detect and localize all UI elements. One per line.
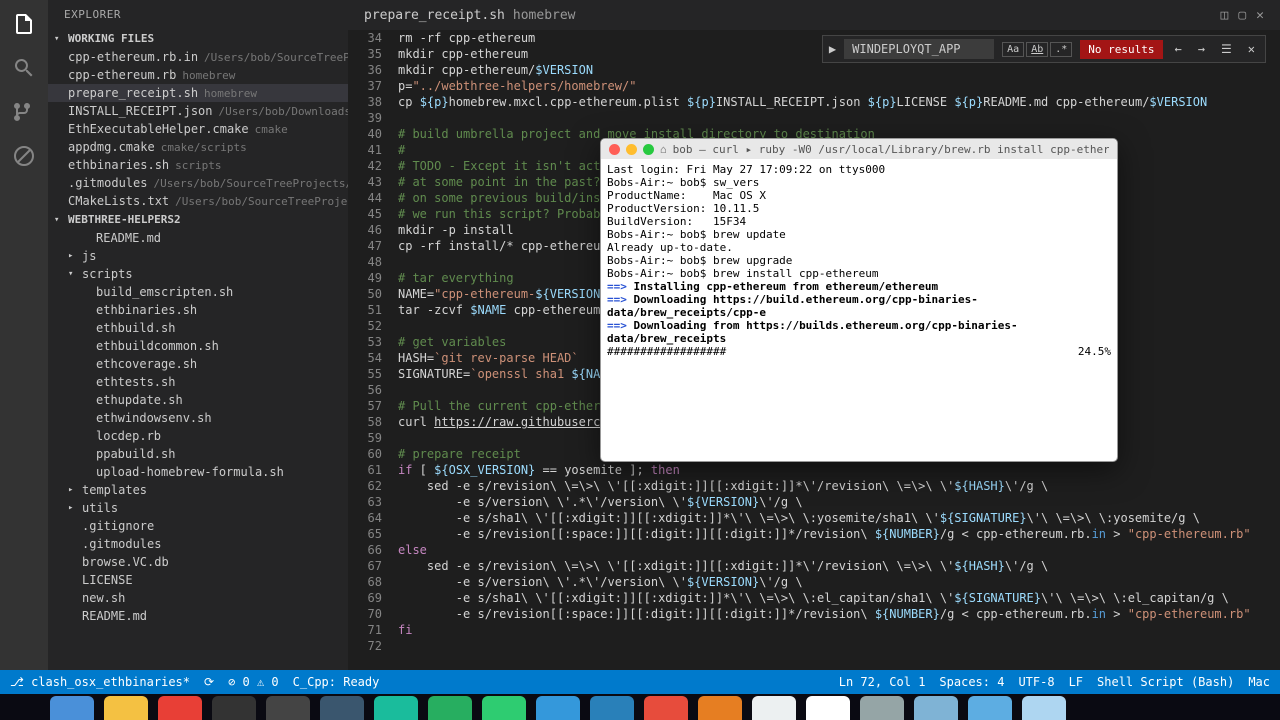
explorer-sidebar: EXPLORER ▾WORKING FILES cpp-ethereum.rb.… — [48, 0, 348, 670]
tree-item[interactable]: README.md — [48, 607, 348, 625]
tree-item[interactable]: README.md — [48, 229, 348, 247]
tree-item[interactable]: ethbinaries.sh — [48, 301, 348, 319]
tree-item[interactable]: ethupdate.sh — [48, 391, 348, 409]
debug-icon[interactable] — [12, 144, 36, 168]
file-tree: README.md▸js▾scriptsbuild_emscripten.she… — [48, 229, 348, 625]
tree-item[interactable]: LICENSE — [48, 571, 348, 589]
status-bar: ⎇ clash_osx_ethbinaries* ⟳ ⊘ 0 ⚠ 0 C_Cpp… — [0, 670, 1280, 694]
working-file-item[interactable]: INSTALL_RECEIPT.json/Users/bob/Downloads… — [48, 102, 348, 120]
search-input[interactable] — [844, 39, 994, 59]
working-file-item[interactable]: prepare_receipt.shhomebrew — [48, 84, 348, 102]
tree-item[interactable]: ethwindowsenv.sh — [48, 409, 348, 427]
find-play-icon[interactable]: ▶ — [829, 42, 836, 56]
close-dot-icon[interactable] — [609, 144, 620, 155]
dock-app-icon[interactable] — [644, 696, 688, 720]
dock-app-icon[interactable] — [914, 696, 958, 720]
tab-filename[interactable]: prepare_receipt.sh — [364, 8, 505, 23]
tree-item[interactable]: build_emscripten.sh — [48, 283, 348, 301]
encoding-status[interactable]: UTF-8 — [1018, 675, 1054, 689]
tab-path: homebrew — [513, 8, 576, 23]
dock-app-icon[interactable] — [482, 696, 526, 720]
tree-item[interactable]: ethcoverage.sh — [48, 355, 348, 373]
dock-app-icon[interactable] — [158, 696, 202, 720]
terminal-titlebar[interactable]: ⌂ bob — curl ▸ ruby -W0 /usr/local/Libra… — [601, 139, 1117, 159]
split-editor-icon[interactable]: ◫ — [1221, 8, 1229, 23]
working-file-item[interactable]: .gitmodules/Users/bob/SourceTreeProjects… — [48, 174, 348, 192]
tree-item[interactable]: upload-homebrew-formula.sh — [48, 463, 348, 481]
eol-status[interactable]: LF — [1069, 675, 1083, 689]
dock-app-icon[interactable] — [212, 696, 256, 720]
dock-app-icon[interactable] — [860, 696, 904, 720]
regex-icon[interactable]: .* — [1050, 42, 1072, 57]
prev-match-icon[interactable]: ← — [1171, 42, 1186, 56]
working-file-item[interactable]: appdmg.cmakecmake/scripts — [48, 138, 348, 156]
close-icon[interactable]: ✕ — [1256, 8, 1264, 23]
working-file-item[interactable]: ethbinaries.shscripts — [48, 156, 348, 174]
dock-app-icon[interactable] — [374, 696, 418, 720]
dock-app-icon[interactable] — [104, 696, 148, 720]
project-header[interactable]: ▾WEBTHREE-HELPERS2 — [48, 210, 348, 229]
tab-actions: ◫ ▢ ✕ — [1221, 8, 1264, 23]
match-case-icon[interactable]: Aa — [1002, 42, 1024, 57]
files-icon[interactable] — [12, 12, 36, 36]
search-icon[interactable] — [12, 56, 36, 80]
terminal-window[interactable]: ⌂ bob — curl ▸ ruby -W0 /usr/local/Libra… — [600, 138, 1118, 462]
cpp-status[interactable]: C_Cpp: Ready — [293, 675, 380, 689]
git-branch-status[interactable]: ⎇ clash_osx_ethbinaries* — [10, 675, 190, 689]
working-file-item[interactable]: CMakeLists.txt/Users/bob/SourceTreeProje… — [48, 192, 348, 210]
no-results-label: No results — [1080, 40, 1162, 59]
dock-app-icon[interactable] — [428, 696, 472, 720]
tree-item[interactable]: ▸utils — [48, 499, 348, 517]
sidebar-title: EXPLORER — [48, 0, 348, 29]
tree-item[interactable]: new.sh — [48, 589, 348, 607]
dock-app-icon[interactable] — [968, 696, 1012, 720]
working-files-header[interactable]: ▾WORKING FILES — [48, 29, 348, 48]
working-file-item[interactable]: cpp-ethereum.rb.in/Users/bob/SourceTreeP… — [48, 48, 348, 66]
minimize-dot-icon[interactable] — [626, 144, 637, 155]
terminal-title: bob — curl ▸ ruby -W0 /usr/local/Library… — [673, 143, 1109, 156]
language-status[interactable]: Shell Script (Bash) — [1097, 675, 1234, 689]
close-find-icon[interactable]: ✕ — [1244, 42, 1259, 56]
working-files-list: cpp-ethereum.rb.in/Users/bob/SourceTreeP… — [48, 48, 348, 210]
tree-item[interactable]: ▾scripts — [48, 265, 348, 283]
cursor-position[interactable]: Ln 72, Col 1 — [839, 675, 926, 689]
tree-item[interactable]: ▸templates — [48, 481, 348, 499]
tree-item[interactable]: ethbuildcommon.sh — [48, 337, 348, 355]
os-status[interactable]: Mac — [1248, 675, 1270, 689]
tree-item[interactable]: browse.VC.db — [48, 553, 348, 571]
find-widget[interactable]: ▶ Aa Ab .* No results ← → ☰ ✕ — [822, 35, 1266, 63]
dock-app-icon[interactable] — [1022, 696, 1066, 720]
whole-word-icon[interactable]: Ab — [1026, 42, 1048, 57]
working-file-item[interactable]: cpp-ethereum.rbhomebrew — [48, 66, 348, 84]
problems-status[interactable]: ⊘ 0 ⚠ 0 — [228, 675, 279, 689]
tree-item[interactable]: locdep.rb — [48, 427, 348, 445]
sync-icon[interactable]: ⟳ — [204, 675, 214, 689]
dock-app-icon[interactable] — [50, 696, 94, 720]
working-file-item[interactable]: EthExecutableHelper.cmakecmake — [48, 120, 348, 138]
dock-app-icon[interactable] — [320, 696, 364, 720]
tab-bar: prepare_receipt.sh homebrew ◫ ▢ ✕ — [348, 0, 1280, 30]
tree-item[interactable]: ethtests.sh — [48, 373, 348, 391]
dock-app-icon[interactable] — [698, 696, 742, 720]
tree-item[interactable]: ethbuild.sh — [48, 319, 348, 337]
dock-app-icon[interactable] — [590, 696, 634, 720]
tree-item[interactable]: ▸js — [48, 247, 348, 265]
folder-icon: ⌂ — [660, 143, 667, 156]
tree-item[interactable]: .gitmodules — [48, 535, 348, 553]
find-selection-icon[interactable]: ☰ — [1217, 42, 1236, 56]
dock-app-icon[interactable] — [806, 696, 850, 720]
macos-dock[interactable] — [0, 694, 1280, 720]
tree-item[interactable]: ppabuild.sh — [48, 445, 348, 463]
zoom-dot-icon[interactable] — [643, 144, 654, 155]
tree-item[interactable]: .gitignore — [48, 517, 348, 535]
more-icon[interactable]: ▢ — [1238, 8, 1246, 23]
activity-bar — [0, 0, 48, 670]
dock-app-icon[interactable] — [536, 696, 580, 720]
dock-app-icon[interactable] — [752, 696, 796, 720]
indent-status[interactable]: Spaces: 4 — [939, 675, 1004, 689]
terminal-body[interactable]: Last login: Fri May 27 17:09:22 on ttys0… — [601, 159, 1117, 461]
next-match-icon[interactable]: → — [1194, 42, 1209, 56]
dock-app-icon[interactable] — [266, 696, 310, 720]
source-control-icon[interactable] — [12, 100, 36, 124]
